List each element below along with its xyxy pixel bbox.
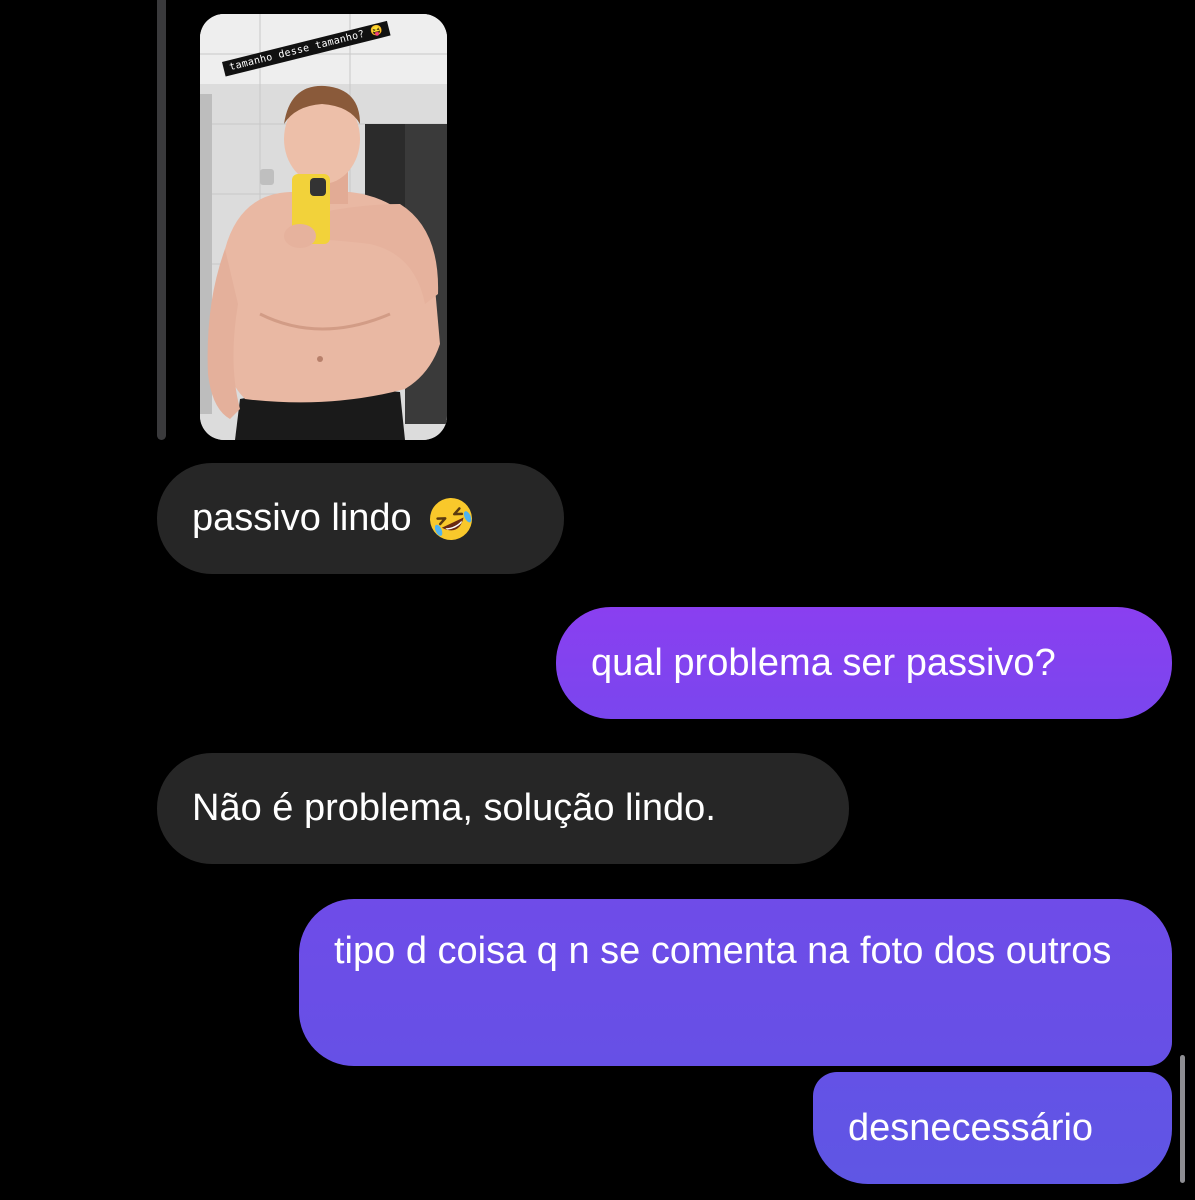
- message-text: Não é problema, solução lindo.: [192, 787, 716, 829]
- message-sent-tipo-d-coisa[interactable]: tipo d coisa q n se comenta na foto dos …: [299, 899, 1172, 1066]
- message-text: passivo lindo: [192, 497, 412, 539]
- message-text: qual problema ser passivo?: [591, 641, 1056, 684]
- message-sent-qual-problema[interactable]: qual problema ser passivo?: [556, 607, 1172, 719]
- story-thumbnail[interactable]: [200, 14, 447, 440]
- message-text: tipo d coisa q n se comenta na foto dos …: [334, 930, 1112, 972]
- story-photo: [200, 14, 447, 440]
- message-sent-desnecessario[interactable]: desnecessário: [813, 1072, 1172, 1184]
- scrollbar[interactable]: [1180, 1055, 1185, 1183]
- message-text: desnecessário: [848, 1106, 1094, 1149]
- message-received-passivo-lindo[interactable]: passivo lindo: [157, 463, 564, 574]
- message-received-nao-e-problema[interactable]: Não é problema, solução lindo.: [157, 753, 849, 864]
- story-reply-bar: [157, 0, 166, 440]
- rolling-on-floor-laughing-icon: [426, 494, 476, 544]
- message-thread: tamanho desse tamanho? 😝 passivo lindo q…: [0, 0, 1195, 1200]
